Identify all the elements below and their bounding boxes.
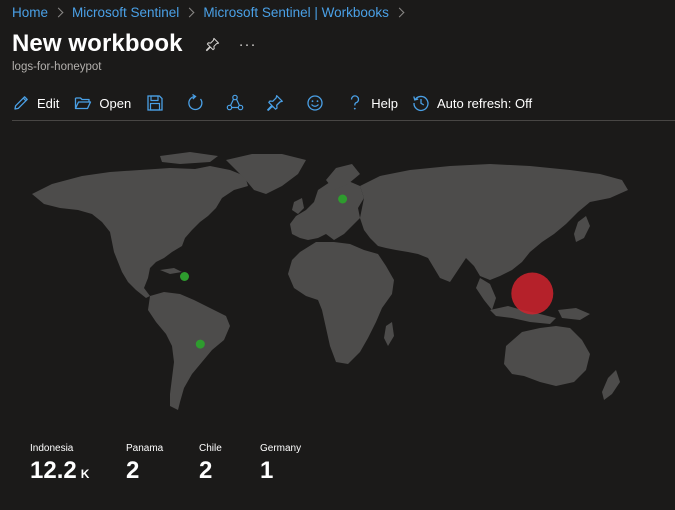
breadcrumb-sentinel[interactable]: Microsoft Sentinel — [72, 5, 179, 20]
open-label: Open — [99, 95, 132, 111]
legend-item: Germany 1 — [260, 443, 330, 489]
legend-item: Indonesia 12.2 K — [30, 443, 126, 489]
legend-value: 2 — [126, 456, 199, 489]
legend-value: 12.2 K — [30, 456, 126, 489]
open-button[interactable]: Open — [74, 94, 131, 112]
auto-refresh-button[interactable]: Auto refresh: Off — [412, 94, 532, 112]
save-icon — [147, 95, 163, 111]
folder-open-icon — [75, 97, 92, 110]
legend-value: 1 — [260, 456, 330, 489]
legend-label: Germany — [260, 443, 302, 454]
save-button[interactable] — [146, 94, 164, 112]
chevron-right-icon — [184, 7, 195, 17]
landmass-southeast-asia — [476, 278, 496, 310]
landmass-south-america — [148, 292, 230, 410]
pin-button[interactable] — [266, 94, 284, 112]
question-icon — [351, 95, 360, 110]
feedback-button[interactable] — [306, 94, 324, 112]
landmass-new-guinea — [558, 308, 590, 320]
world-map[interactable] — [30, 150, 635, 420]
auto-refresh-label: Auto refresh: Off — [436, 95, 533, 111]
help-label: Help — [371, 95, 398, 111]
legend-unit: K — [80, 467, 90, 481]
map-point-chile[interactable] — [195, 339, 205, 349]
map-point-indonesia[interactable] — [511, 272, 554, 315]
page-title: New workbook — [12, 30, 183, 57]
legend-number: 1 — [260, 457, 274, 484]
legend-label: Chile — [199, 443, 222, 454]
legend-label: Panama — [126, 443, 164, 454]
history-icon — [413, 95, 429, 112]
landmass-japan — [574, 216, 590, 242]
landmass-north-america — [32, 166, 248, 298]
resource-subtitle: logs-for-honeypot — [12, 61, 102, 73]
title-row: New workbook ··· — [12, 28, 257, 60]
map-point-germany[interactable] — [338, 194, 348, 204]
refresh-icon — [188, 94, 203, 111]
share-button[interactable] — [226, 94, 244, 112]
chevron-right-icon — [53, 7, 64, 17]
landmass-caribbean — [160, 268, 182, 274]
share-icon — [226, 94, 244, 111]
toolbar: Edit Open Help Auto refresh: Off — [12, 90, 532, 116]
pencil-icon — [14, 96, 28, 110]
divider — [12, 120, 675, 121]
pin-icon[interactable] — [205, 36, 221, 52]
breadcrumb-workbooks[interactable]: Microsoft Sentinel | Workbooks — [203, 5, 389, 20]
smiley-icon — [307, 95, 323, 111]
legend-item: Panama 2 — [126, 443, 199, 489]
legend-value: 2 — [199, 456, 260, 489]
landmass-madagascar — [384, 322, 394, 346]
refresh-button[interactable] — [186, 94, 204, 112]
edit-label: Edit — [37, 95, 60, 111]
landmass-new-zealand — [602, 370, 620, 400]
legend-label: Indonesia — [30, 443, 74, 454]
help-button[interactable]: Help — [346, 94, 398, 112]
more-options-button[interactable]: ··· — [239, 36, 257, 53]
landmass-africa — [288, 242, 394, 364]
edit-button[interactable]: Edit — [12, 94, 59, 112]
pin-icon — [267, 95, 284, 111]
map-point-panama[interactable] — [180, 272, 189, 281]
legend-number: 12.2 — [30, 457, 77, 484]
landmass-australia — [504, 326, 590, 386]
breadcrumb-home[interactable]: Home — [12, 5, 48, 20]
legend-number: 2 — [126, 457, 140, 484]
map-legend: Indonesia 12.2 K Panama 2 Chile 2 Germany… — [30, 443, 330, 489]
legend-number: 2 — [199, 457, 213, 484]
landmass-uk — [292, 198, 304, 214]
landmass-arctic-islands — [160, 152, 218, 164]
chevron-right-icon — [394, 7, 405, 17]
breadcrumb: Home Microsoft Sentinel Microsoft Sentin… — [12, 3, 413, 21]
legend-item: Chile 2 — [199, 443, 260, 489]
